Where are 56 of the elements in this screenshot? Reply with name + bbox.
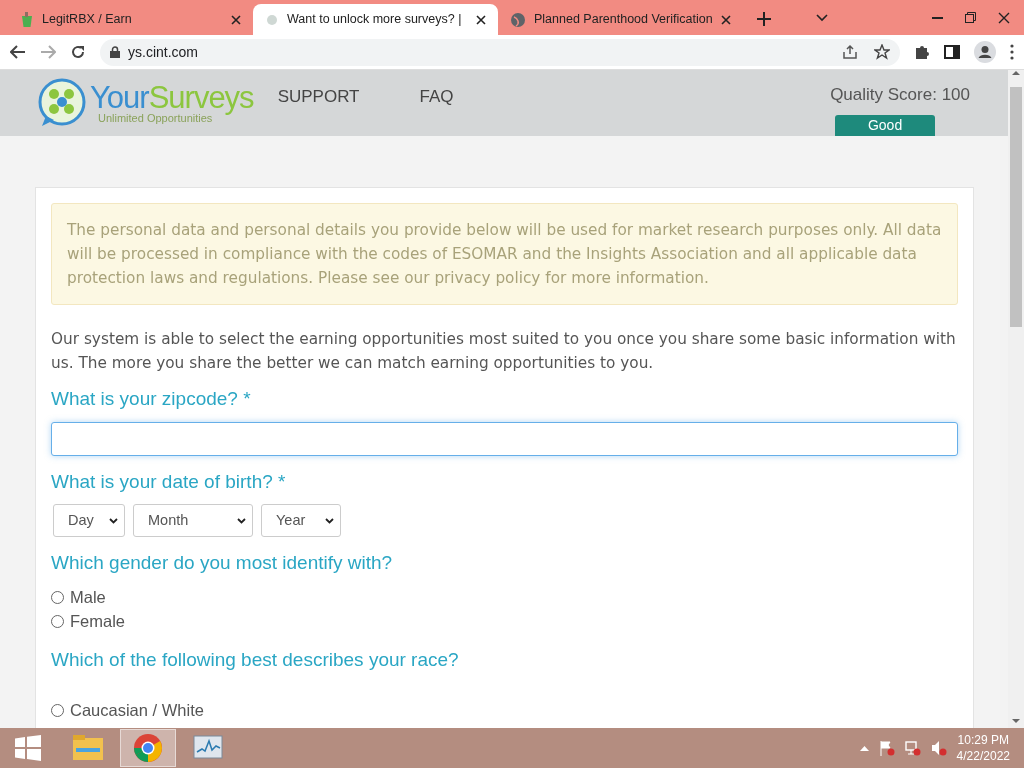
nav-link[interactable]: SUPPORT xyxy=(277,84,360,110)
browser-tab[interactable]: Planned Parenthood Verification xyxy=(498,4,743,35)
side-panel-icon[interactable] xyxy=(944,45,960,59)
puzzle-icon[interactable] xyxy=(914,44,930,60)
logo-tagline: Unlimited Opportunities xyxy=(98,113,213,124)
address-bar[interactable]: ys.cint.com xyxy=(100,38,900,66)
dropdown[interactable]: Day xyxy=(53,504,125,537)
logo-icon xyxy=(38,78,86,128)
caret-icon xyxy=(237,517,246,524)
reload-icon[interactable] xyxy=(70,44,86,60)
new-tab-icon[interactable] xyxy=(757,12,771,26)
page-icon xyxy=(265,12,279,27)
star-icon[interactable] xyxy=(874,44,890,60)
radio-option[interactable]: Caucasian / White xyxy=(51,698,958,722)
minimize-icon[interactable] xyxy=(932,16,943,19)
browser-tab[interactable]: Want to unlock more surveys? | xyxy=(253,4,498,35)
chevron-up-icon[interactable] xyxy=(859,745,869,751)
question-label: Which gender do you most identify with? xyxy=(51,551,394,575)
close-icon[interactable] xyxy=(476,14,486,25)
rating-badge: Good xyxy=(835,115,936,137)
dropdown[interactable]: Month xyxy=(133,504,253,537)
chevron-down-icon[interactable] xyxy=(816,13,828,22)
chrome-icon[interactable] xyxy=(133,733,163,763)
intro-text: Our system is able to select the earning opportunities most suited to you once you share some basic information with us. The more you share the better we can match earning opportunities to you. xyxy=(51,329,957,374)
flag-icon[interactable] xyxy=(878,740,895,756)
zipcode-field[interactable] xyxy=(51,421,958,456)
caret-icon xyxy=(325,517,334,524)
windows-start-icon[interactable] xyxy=(15,735,41,761)
close-icon[interactable] xyxy=(231,14,241,25)
quality-score: Quality Score: 100 xyxy=(830,83,970,106)
question-label: What is your zipcode? * xyxy=(51,387,252,411)
globe-icon xyxy=(510,11,526,28)
caret-icon xyxy=(109,517,118,524)
logo-text: Surveys xyxy=(148,80,254,115)
back-icon[interactable] xyxy=(10,45,26,59)
question-label: What is your date of birth? * xyxy=(51,469,287,494)
radio-option[interactable]: Female xyxy=(51,609,958,634)
chart-window-icon[interactable] xyxy=(192,734,224,762)
lock-icon xyxy=(110,46,120,58)
speaker-icon[interactable] xyxy=(930,740,947,756)
scroll-down-icon[interactable] xyxy=(1012,719,1020,724)
close-icon[interactable] xyxy=(721,14,731,25)
bucket-icon xyxy=(20,11,34,28)
restore-icon[interactable] xyxy=(965,12,976,23)
share-icon[interactable] xyxy=(842,44,858,60)
nav-link[interactable]: FAQ xyxy=(419,84,454,110)
close-icon[interactable] xyxy=(998,11,1010,24)
question-label: Which of the following best describes your race? xyxy=(51,647,460,672)
dropdown[interactable]: Year xyxy=(261,504,341,537)
profile-icon[interactable] xyxy=(974,41,996,63)
browser-tab[interactable]: LegitRBX / Earn xyxy=(8,4,253,35)
network-icon[interactable] xyxy=(904,740,921,756)
privacy-notice: The personal data and personal details you provide below will be used for market research purposes only. All data will be processed in compliance with the codes of ESOMAR and the Insights Association and all applicable data protection laws and regulations. Please see our privacy policy for more information. xyxy=(51,203,958,305)
radio-option[interactable]: Male xyxy=(51,585,958,610)
menu-icon[interactable] xyxy=(1010,44,1014,60)
logo-text: Your xyxy=(90,80,149,115)
